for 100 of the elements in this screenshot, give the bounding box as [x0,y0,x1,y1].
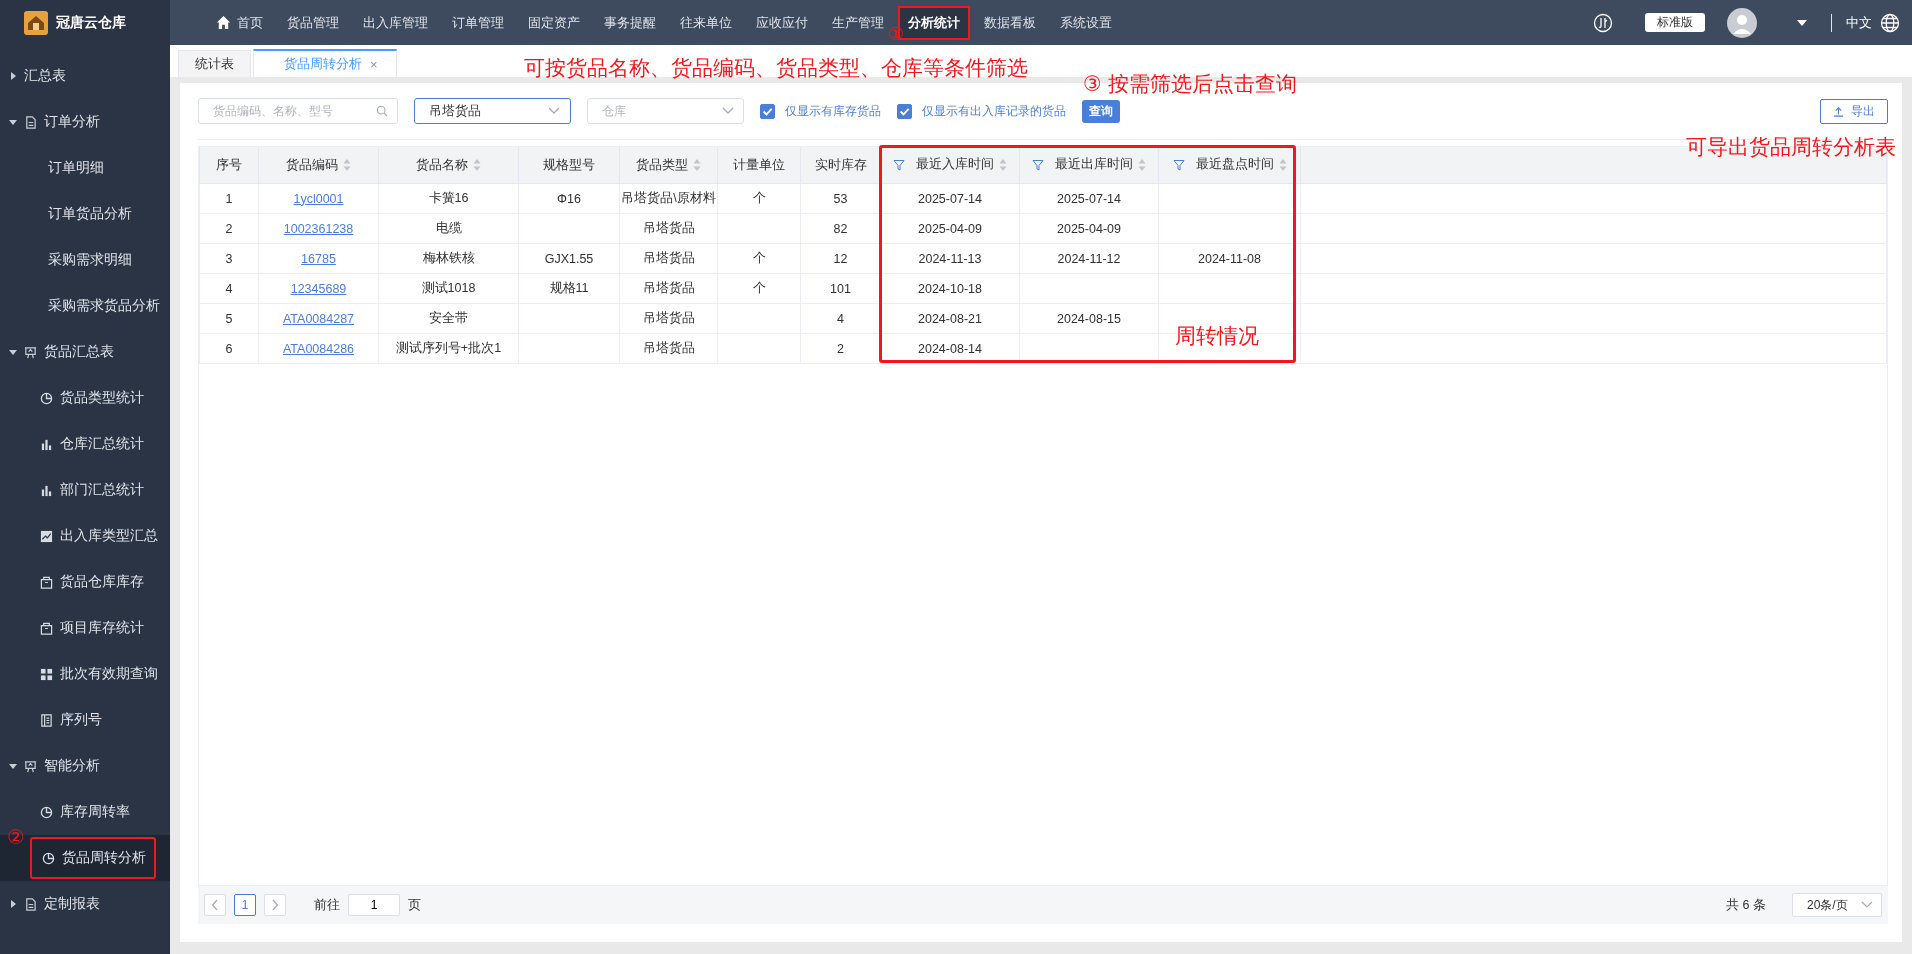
type-select[interactable]: 吊塔货品 [414,98,571,124]
column-header[interactable]: 最近盘点时间 [1158,147,1301,184]
table-cell: 1 [225,191,233,206]
sidebar-group[interactable]: 汇总表 [0,53,170,99]
nav-item[interactable]: 数据看板 [974,5,1046,40]
table-cell: 2024-11-08 [1198,251,1261,266]
table-cell: 吊塔货品 [642,311,695,325]
page-number[interactable]: 1 [234,894,256,916]
nav-item[interactable]: 订单管理 [442,5,514,40]
filter-icon[interactable] [1172,158,1185,171]
caret-down-icon [9,118,17,126]
nav-item[interactable]: 出入库管理 [353,5,438,40]
app-name: 冠唐云仓库 [56,13,126,32]
table-cell: 2 [225,221,233,236]
chevron-right-icon [271,899,279,911]
table-cell: 2024-08-15 [1057,311,1121,326]
presentation-icon [24,345,37,359]
table-cell: 2024-10-18 [918,281,982,296]
checkbox[interactable] [760,103,775,119]
sidebar-item[interactable]: 货品仓库库存 [0,573,144,591]
column-header[interactable]: 实时库存 [800,147,881,184]
previous-page-button[interactable] [204,894,226,916]
sidebar-item[interactable]: 出入库类型汇总 [0,527,158,545]
sidebar-item[interactable]: 采购需求货品分析 [0,297,160,315]
total-count: 共 6 条 [1726,896,1766,914]
nav-item[interactable]: 系统设置 [1050,5,1122,40]
circle-logo-icon[interactable] [1593,12,1613,33]
search-field[interactable]: 货品编码、名称、型号 [198,98,398,124]
table-cell: 个 [752,251,766,265]
document-icon [24,897,37,911]
sidebar-group[interactable]: 智能分析 [0,743,170,789]
column-header[interactable]: 货品类型 [619,147,718,184]
sidebar-item[interactable]: 库存周转率 [0,803,130,821]
table-cell: 吊塔货品 [642,341,695,355]
table-cell: 4 [837,311,844,326]
column-header[interactable]: 序号 [199,147,259,184]
table-cell: 测试1018 [421,281,476,295]
filter-icon[interactable] [893,158,905,171]
table-cell: 2024-11-12 [1057,251,1121,266]
sidebar-item[interactable]: 货品类型统计 [0,389,144,407]
caret-down-icon [9,762,17,770]
page-size-select[interactable]: 20条/页 [1792,893,1882,917]
column-header[interactable]: 计量单位 [717,147,801,184]
table-cell: 101 [830,281,851,296]
page-input[interactable]: 1 [348,894,400,916]
item-code-link[interactable]: 16785 [301,251,336,266]
table-cell: Φ16 [557,191,581,206]
nav-item[interactable]: 货品管理 [277,5,349,40]
nav-item[interactable]: 首页 [206,5,273,40]
bar-chart-icon [40,483,53,497]
table-cell: 6 [225,341,233,356]
nav-item[interactable]: 往来单位 [670,5,742,40]
globe-icon[interactable] [1880,12,1900,33]
table-cell: 2024-11-13 [918,251,982,266]
annotation-text: 可按货品名称、货品编码、货品类型、仓库等条件筛选 [524,55,1028,81]
table-cell: 2 [837,341,844,356]
column-header[interactable]: 货品名称 [378,147,519,184]
sidebar-item[interactable]: 仓库汇总统计 [0,435,144,453]
page-tab[interactable]: 统计表 [178,50,251,77]
table-cell: 卡簧16 [428,191,469,205]
column-header[interactable]: 最近入库时间 [880,147,1020,184]
filter-icon[interactable] [1032,158,1044,171]
home-icon [216,15,231,30]
table-cell: 12 [833,251,848,266]
pie-chart-icon [42,851,55,865]
warehouse-select[interactable]: 仓库 [587,98,744,124]
table-cell: 82 [833,221,848,236]
query-button[interactable]: 查询 [1082,99,1120,123]
sidebar-item[interactable]: 货品周转分析 [30,837,156,879]
sidebar-group[interactable]: 货品汇总表 [0,329,170,375]
column-header[interactable]: 货品编码 [258,147,379,184]
table-cell: 2025-07-14 [1057,191,1121,206]
sidebar-item[interactable]: 项目库存统计 [0,619,144,637]
sidebar-group[interactable]: 订单分析 [0,99,170,145]
caret-icon[interactable] [1797,19,1807,26]
checkbox-label: 仅显示有库存货品 [785,102,881,120]
sidebar-item[interactable]: 批次有效期查询 [0,665,158,683]
list-icon [40,713,53,727]
avatar-icon[interactable] [1727,7,1757,38]
sidebar-item[interactable]: 订单货品分析 [0,205,132,223]
nav-item[interactable]: 应收应付 [746,5,818,40]
checkbox[interactable] [897,103,912,119]
sidebar-item[interactable]: 部门汇总统计 [0,481,144,499]
export-button[interactable]: 导出 [1820,98,1888,124]
sidebar-item[interactable]: 序列号 [0,711,102,729]
column-header[interactable]: 规格型号 [518,147,620,184]
pie-chart-icon [40,805,53,819]
column-header[interactable]: 最近出库时间 [1019,147,1159,184]
callout-number: ② [7,827,25,847]
box-icon [40,621,53,635]
document-icon [24,115,37,129]
sidebar-item[interactable]: 采购需求明细 [0,251,132,269]
next-page-button[interactable] [264,894,286,916]
sidebar-item[interactable]: 订单明细 [0,159,104,177]
table-cell: 吊塔货品 [642,251,695,265]
table-cell: 2024-08-21 [918,311,982,326]
language-label[interactable]: 中文 [1846,13,1872,32]
nav-item[interactable]: 固定资产 [518,5,590,40]
nav-item[interactable]: 事务提醒 [594,5,666,40]
sidebar-group[interactable]: 定制报表 [0,881,170,927]
